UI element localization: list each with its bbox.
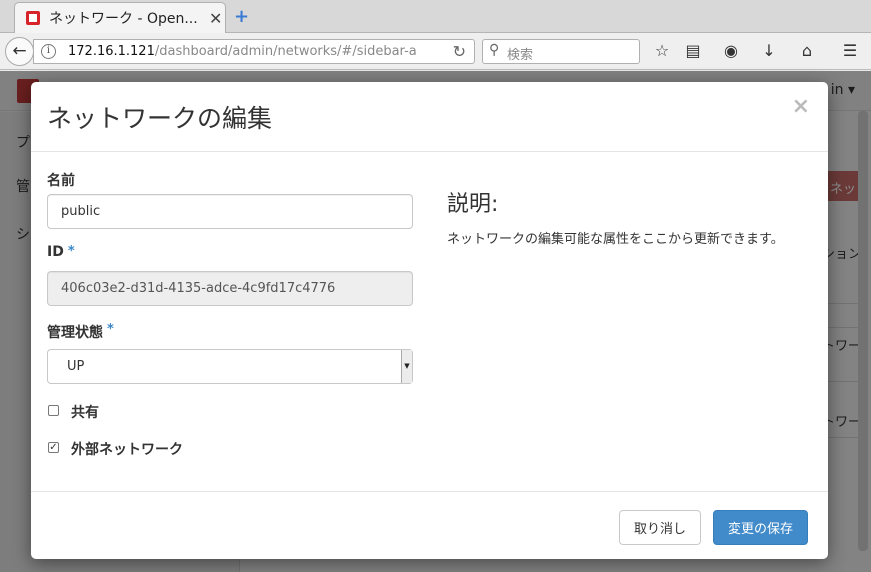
search-input[interactable]: ⚲ 検索 <box>482 39 640 64</box>
browser-navbar: ← i 172.16.1.121/dashboard/admin/network… <box>0 33 871 70</box>
external-network-checkbox[interactable]: ✓ <box>48 442 59 453</box>
admin-state-value: UP <box>67 359 85 374</box>
bookmark-star-icon[interactable]: ☆ <box>651 41 673 60</box>
external-network-label[interactable]: 外部ネットワーク <box>71 439 183 459</box>
url-text[interactable]: 172.16.1.121/dashboard/admin/networks/#/… <box>68 44 418 59</box>
openstack-favicon-icon <box>26 11 40 25</box>
id-label: ID * <box>47 244 75 260</box>
url-bar[interactable]: i 172.16.1.121/dashboard/admin/networks/… <box>33 39 475 64</box>
home-icon[interactable]: ⌂ <box>796 41 818 60</box>
search-icon: ⚲ <box>489 42 500 58</box>
help-title: 説明: <box>447 192 499 217</box>
id-field <box>47 271 413 306</box>
name-label: 名前 <box>47 173 75 189</box>
modal-footer: 取り消し 変更の保存 <box>31 491 828 559</box>
modal-header: ネットワークの編集 × <box>31 82 828 152</box>
reload-icon[interactable]: ↻ <box>453 42 466 61</box>
admin-state-select[interactable]: UP ▼ <box>47 349 413 384</box>
search-placeholder: 検索 <box>507 48 534 63</box>
admin-state-label: 管理状態 * <box>47 322 114 341</box>
tab-title: ネットワーク - Open... <box>49 11 198 27</box>
save-changes-button[interactable]: 変更の保存 <box>713 510 809 545</box>
required-marker: * <box>67 244 75 259</box>
hamburger-menu-icon[interactable]: ☰ <box>839 41 861 60</box>
tab-close-icon[interactable]: ✕ <box>209 9 222 28</box>
cancel-button[interactable]: 取り消し <box>619 510 702 545</box>
help-text: ネットワークの編集可能な属性をここから更新できます。 <box>447 232 784 247</box>
info-icon[interactable]: i <box>41 44 56 59</box>
chevron-down-icon[interactable]: ▼ <box>401 350 412 383</box>
shared-label[interactable]: 共有 <box>71 402 99 422</box>
edit-network-modal: ネットワークの編集 × 名前 ID* 管理状態* UP ▼ 共有 ✓ 外部ネット… <box>31 82 828 559</box>
pocket-icon[interactable]: ◉ <box>720 41 742 60</box>
shared-checkbox[interactable] <box>48 405 59 416</box>
required-marker: * <box>107 322 114 337</box>
back-arrow-icon[interactable]: ← <box>5 37 34 66</box>
close-icon[interactable]: × <box>792 94 810 119</box>
reading-list-icon[interactable]: ▤ <box>682 41 704 60</box>
new-tab-plus-icon[interactable]: + <box>234 6 249 27</box>
browser-tab[interactable]: ネットワーク - Open... ✕ <box>14 2 226 33</box>
browser-tabbar: ネットワーク - Open... ✕ + <box>0 0 871 33</box>
download-icon[interactable]: ↓ <box>758 41 780 60</box>
modal-title: ネットワークの編集 <box>47 104 273 133</box>
name-field[interactable] <box>47 194 413 229</box>
